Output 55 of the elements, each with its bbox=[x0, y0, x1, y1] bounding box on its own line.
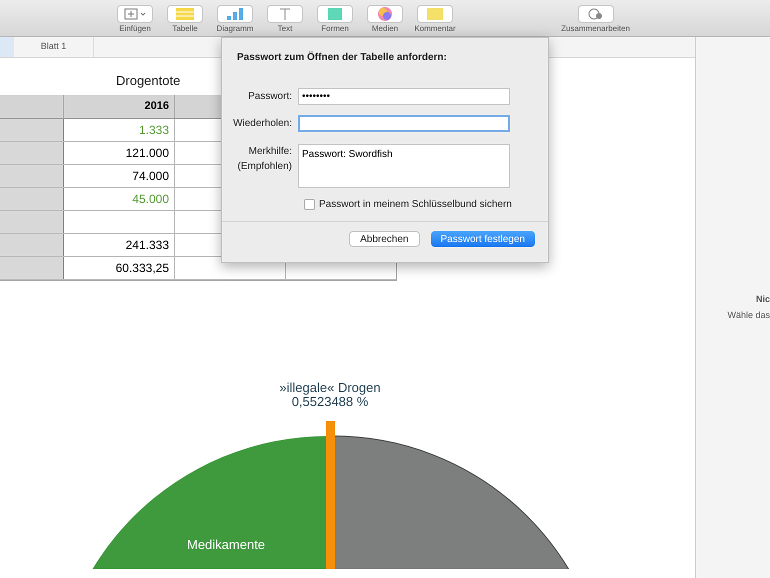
chart-label: »illegale« Drogen bbox=[279, 381, 381, 395]
table-icon bbox=[176, 8, 194, 20]
toolbar-button[interactable]: Tabelle bbox=[163, 5, 207, 35]
toolbar-label: Einfügen bbox=[119, 23, 151, 35]
table-cell: 121.000 bbox=[64, 142, 175, 164]
field-label: (Empfohlen) bbox=[238, 160, 292, 174]
chart-label: 0,5523488 % bbox=[292, 395, 368, 409]
toolbar-label: Formen bbox=[321, 23, 349, 35]
toolbar-button[interactable]: Kommentar bbox=[413, 5, 457, 35]
toolbar-button[interactable]: Diagramm bbox=[213, 5, 257, 35]
hint-field[interactable]: Passwort: Swordfish bbox=[298, 144, 510, 188]
toolbar-button[interactable]: Einfügen bbox=[113, 5, 157, 35]
table-cell: 74.000 bbox=[64, 165, 175, 187]
toolbar-label: Diagramm bbox=[216, 23, 254, 35]
field-label: Passwort: bbox=[247, 90, 293, 104]
row-header-cell bbox=[0, 188, 64, 210]
toolbar-label: Kommentar bbox=[414, 23, 456, 35]
bar-chart-icon bbox=[226, 8, 244, 20]
row-header-cell bbox=[0, 234, 64, 256]
password-field[interactable] bbox=[298, 115, 510, 132]
field-label: Merkhilfe: bbox=[248, 145, 292, 159]
dialog-button[interactable]: Passwort festlegen bbox=[430, 231, 535, 247]
toolbar-button[interactable]: Medien bbox=[363, 5, 407, 35]
media-icon bbox=[378, 7, 392, 21]
table-cell: 45.000 bbox=[64, 188, 175, 210]
sidebar-title: Nic bbox=[756, 293, 770, 306]
toolbar-label: Zusammenarbeiten bbox=[561, 23, 630, 35]
collaborate-icon bbox=[588, 8, 604, 20]
row-header-cell bbox=[0, 211, 64, 233]
shape-icon bbox=[328, 8, 342, 20]
text-icon bbox=[279, 8, 291, 20]
password-field[interactable]: •••••••• bbox=[298, 88, 510, 105]
checkbox[interactable] bbox=[304, 199, 315, 210]
table-cell: 60.333,25 bbox=[64, 257, 175, 279]
dialog-button[interactable]: Abbrechen bbox=[349, 231, 420, 247]
toolbar-label: Medien bbox=[372, 23, 398, 35]
sidebar-text: Wähle das bbox=[727, 308, 770, 322]
dialog-title: Passwort zum Öffnen der Tabelle anfordern: bbox=[237, 50, 448, 65]
chart-label: Medikamente bbox=[187, 536, 266, 554]
row-header-cell bbox=[0, 257, 64, 279]
insert-icon bbox=[122, 8, 148, 20]
table-cell: 241.333 bbox=[64, 234, 175, 256]
collaborate-button[interactable]: Zusammenarbeiten bbox=[561, 5, 630, 35]
comment-icon bbox=[427, 8, 443, 20]
header-cell: 2016 bbox=[64, 95, 175, 118]
table-title: Drogentote bbox=[116, 73, 180, 89]
table-cell: 1.333 bbox=[64, 119, 175, 141]
field-label: Wiederholen: bbox=[232, 117, 293, 131]
toolbar-label: Tabelle bbox=[172, 23, 198, 35]
row-header-cell bbox=[0, 165, 64, 187]
toolbar-button[interactable]: Text bbox=[263, 5, 307, 35]
toolbar-button[interactable]: Formen bbox=[313, 5, 357, 35]
toolbar-label: Text bbox=[278, 23, 292, 35]
row-header-cell bbox=[0, 142, 64, 164]
checkbox-label: Passwort in meinem Schlüsselbund sichern bbox=[319, 198, 512, 212]
